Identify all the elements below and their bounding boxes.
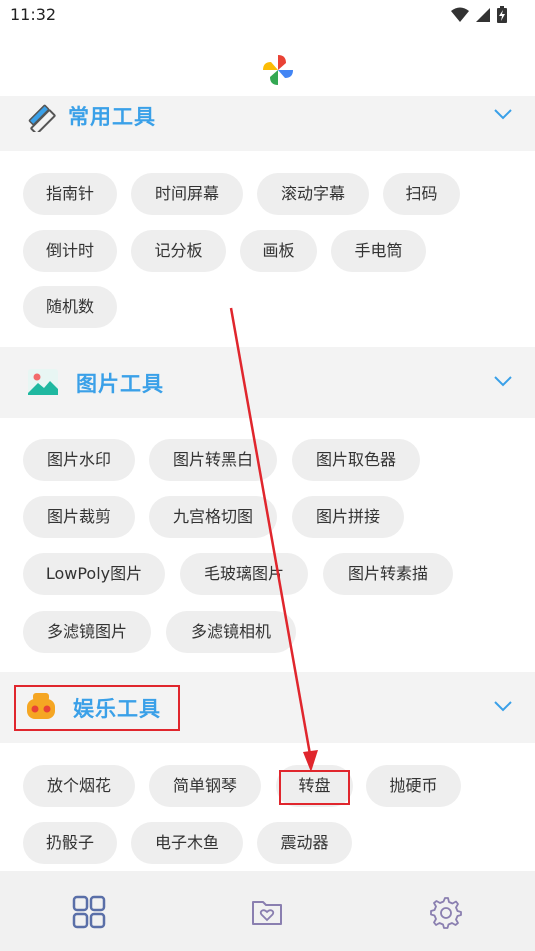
tool-chip-frosted-glass[interactable]: 毛玻璃图片 — [180, 553, 308, 595]
tool-chip-nine-grid[interactable]: 九宫格切图 — [149, 496, 277, 538]
tool-chip-scan[interactable]: 扫码 — [383, 173, 460, 215]
tool-chip-wooden-fish[interactable]: 电子木鱼 — [131, 822, 243, 864]
chevron-down-icon[interactable] — [493, 371, 513, 391]
tool-chip-vibrator[interactable]: 震动器 — [257, 822, 352, 864]
tool-chip-drawing-board[interactable]: 画板 — [240, 230, 317, 272]
nav-tab-settings[interactable] — [425, 892, 465, 932]
tool-chip-image-sketch[interactable]: 图片转素描 — [323, 553, 453, 595]
tool-chip-scrolling-text[interactable]: 滚动字幕 — [257, 173, 369, 215]
chevron-down-icon[interactable] — [493, 104, 513, 124]
tool-chip-image-stitch[interactable]: 图片拼接 — [292, 496, 404, 538]
tool-chip-lowpoly[interactable]: LowPoly图片 — [23, 553, 165, 595]
bottom-nav — [0, 871, 535, 951]
status-icons — [451, 6, 507, 23]
tool-chip-random-number[interactable]: 随机数 — [23, 286, 117, 328]
tool-chip-compass[interactable]: 指南针 — [23, 173, 117, 215]
ruler-pencil-icon — [28, 104, 56, 132]
status-time: 11:32 — [10, 5, 57, 24]
tool-chip-image-crop[interactable]: 图片裁剪 — [23, 496, 135, 538]
section-header-image-tools[interactable]: 图片工具 — [0, 347, 535, 418]
tool-chip-flashlight[interactable]: 手电筒 — [331, 230, 426, 272]
section-title: 图片工具 — [76, 372, 164, 396]
wifi-icon — [451, 7, 469, 22]
annotation-box-section — [14, 685, 180, 731]
tool-chip-image-watermark[interactable]: 图片水印 — [23, 439, 135, 481]
tool-chip-simple-piano[interactable]: 简单钢琴 — [149, 765, 261, 807]
tool-chip-multi-filter-image[interactable]: 多滤镜图片 — [23, 611, 151, 653]
tool-chip-color-picker[interactable]: 图片取色器 — [292, 439, 420, 481]
tool-chip-scoreboard[interactable]: 记分板 — [131, 230, 226, 272]
section-title: 常用工具 — [68, 105, 156, 129]
nav-tab-favorites[interactable] — [247, 892, 287, 932]
tool-chip-fireworks[interactable]: 放个烟花 — [23, 765, 135, 807]
tool-chip-coin-flip[interactable]: 抛硬币 — [366, 765, 461, 807]
chevron-down-icon[interactable] — [493, 696, 513, 716]
tool-list[interactable]: 常用工具 指南针 时间屏幕 滚动字幕 扫码 倒计时 记分板 画板 手电筒 随机数… — [0, 96, 535, 871]
tool-chip-countdown[interactable]: 倒计时 — [23, 230, 117, 272]
section-header-common-tools[interactable]: 常用工具 — [0, 96, 535, 151]
annotation-box-wheel — [279, 770, 350, 805]
tool-chip-image-to-bw[interactable]: 图片转黑白 — [149, 439, 277, 481]
app-logo-pinwheel-icon — [263, 55, 293, 85]
tool-chip-dice[interactable]: 扔骰子 — [23, 822, 117, 864]
battery-icon — [497, 6, 507, 23]
signal-icon — [476, 7, 490, 22]
grid-apps-icon — [72, 895, 106, 929]
tool-chip-time-screen[interactable]: 时间屏幕 — [131, 173, 243, 215]
nav-tab-tools[interactable] — [69, 892, 109, 932]
image-landscape-icon — [28, 369, 58, 395]
gear-icon — [430, 897, 462, 929]
tool-chip-multi-filter-camera[interactable]: 多滤镜相机 — [166, 611, 296, 653]
folder-heart-icon — [252, 901, 282, 925]
status-bar: 11:32 — [0, 0, 535, 30]
